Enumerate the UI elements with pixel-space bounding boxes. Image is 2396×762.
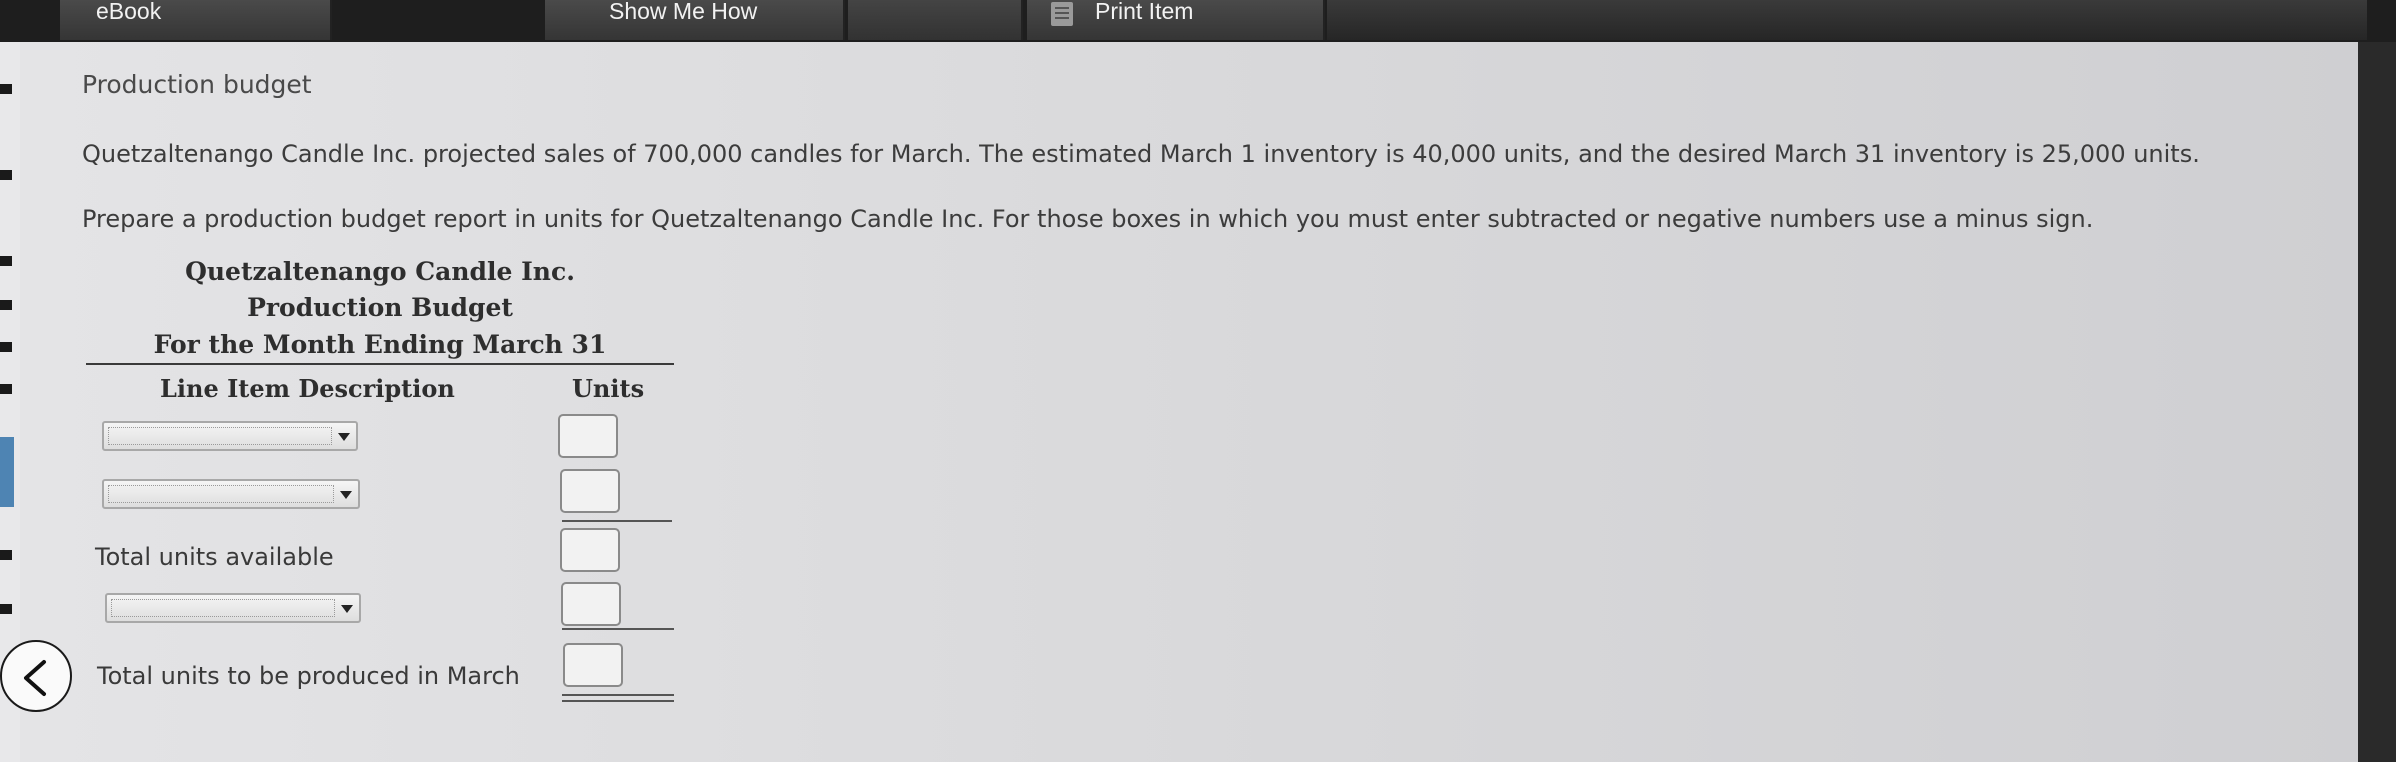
show-me-how-button[interactable]: Show Me How [545,0,845,40]
problem-statement: Quetzaltenango Candle Inc. projected sal… [82,140,2200,168]
page-title: Production budget [82,70,312,99]
toolbar-background [1327,0,2367,40]
units-input-2[interactable] [560,469,620,513]
chevron-down-icon [341,605,353,613]
print-item-button[interactable]: Print Item [1027,0,1325,40]
toolbar-spacer [848,0,1023,40]
ebook-label: eBook [96,0,162,24]
toolbar: eBook Show Me How Print Item [0,0,2396,42]
report-period: For the Month Ending March 31 [153,330,607,359]
line-item-select-3[interactable] [105,593,361,623]
units-input-4[interactable] [561,582,621,626]
subtotal-rule [562,520,672,522]
show-me-how-label: Show Me How [609,0,758,24]
header-divider [86,363,674,365]
line-item-select-2[interactable] [102,479,360,509]
column-header-units: Units [572,374,645,403]
company-name: Quetzaltenango Candle Inc. [185,257,575,286]
instructions: Prepare a production budget report in un… [82,205,2094,233]
print-item-label: Print Item [1095,0,1194,24]
double-rule-top [562,694,674,696]
progress-marker [0,437,14,507]
back-button[interactable] [0,640,72,712]
ebook-button[interactable]: eBook [60,0,332,40]
total-units-available-label: Total units available [95,543,334,571]
units-input-1[interactable] [558,414,618,458]
chevron-left-icon [24,660,46,696]
document-icon [1051,2,1073,26]
units-input-total-available[interactable] [560,528,620,572]
report-name: Production Budget [247,293,513,322]
right-edge [2358,42,2396,762]
chevron-down-icon [340,491,352,499]
chevron-down-icon [338,433,350,441]
double-rule-bottom [562,700,674,702]
subtotal-rule-2 [562,628,674,630]
total-units-produced-label: Total units to be produced in March [97,662,520,690]
units-input-total-produced[interactable] [563,643,623,687]
line-item-select-1[interactable] [102,421,358,451]
column-header-description: Line Item Description [160,374,455,403]
